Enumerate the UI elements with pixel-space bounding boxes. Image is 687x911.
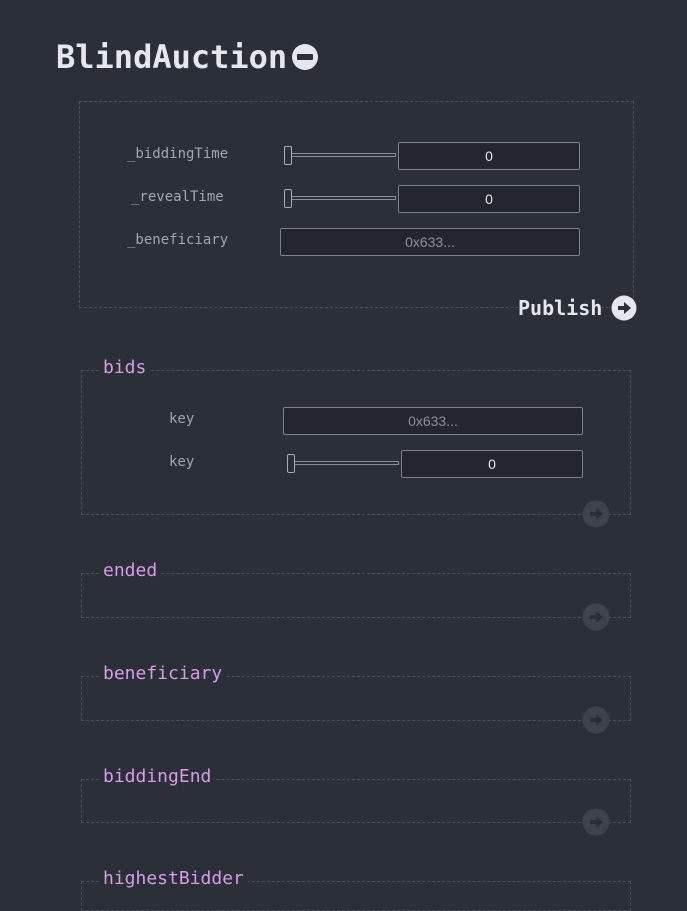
param-label-key-number: key: [169, 454, 195, 470]
function-name-beneficiary: beneficiary: [99, 663, 227, 685]
param-label-bidding-time: _biddingTime: [127, 146, 229, 162]
slider-thumb[interactable]: [284, 146, 292, 165]
param-label-reveal-time: _revealTime: [131, 189, 224, 205]
bids-key-number-input[interactable]: 0: [401, 450, 583, 478]
arrow-right-circle-icon: [611, 295, 637, 321]
beneficiary-address-input[interactable]: 0x633...: [280, 228, 580, 256]
param-label-key-address: key: [169, 411, 195, 427]
function-panel-ended: [81, 573, 631, 618]
publish-label: Publish: [518, 296, 603, 320]
bids-key-address-input[interactable]: 0x633...: [283, 407, 583, 435]
bids-key-slider[interactable]: [287, 454, 399, 473]
arrow-right-circle-icon[interactable]: [582, 603, 610, 631]
function-panel-bids: [81, 370, 631, 515]
reveal-time-slider[interactable]: [284, 189, 396, 208]
contract-title: BlindAuction: [56, 38, 288, 76]
function-name-bidding-end: biddingEnd: [99, 766, 216, 788]
slider-thumb[interactable]: [287, 454, 295, 473]
reveal-time-input[interactable]: 0: [398, 185, 580, 213]
param-label-beneficiary: _beneficiary: [127, 232, 229, 248]
arrow-right-circle-icon[interactable]: [582, 500, 610, 528]
bidding-time-slider[interactable]: [284, 146, 396, 165]
arrow-right-circle-icon[interactable]: [582, 706, 610, 734]
publish-button[interactable]: Publish: [518, 295, 637, 321]
bidding-time-input[interactable]: 0: [398, 142, 580, 170]
function-name-highest-bidder: highestBidder: [99, 868, 248, 890]
function-name-bids: bids: [99, 357, 151, 379]
function-name-ended: ended: [99, 560, 162, 582]
slider-thumb[interactable]: [284, 189, 292, 208]
arrow-right-circle-icon[interactable]: [582, 808, 610, 836]
minus-circle-icon[interactable]: [291, 43, 319, 71]
contract-header: BlindAuction: [56, 38, 319, 76]
